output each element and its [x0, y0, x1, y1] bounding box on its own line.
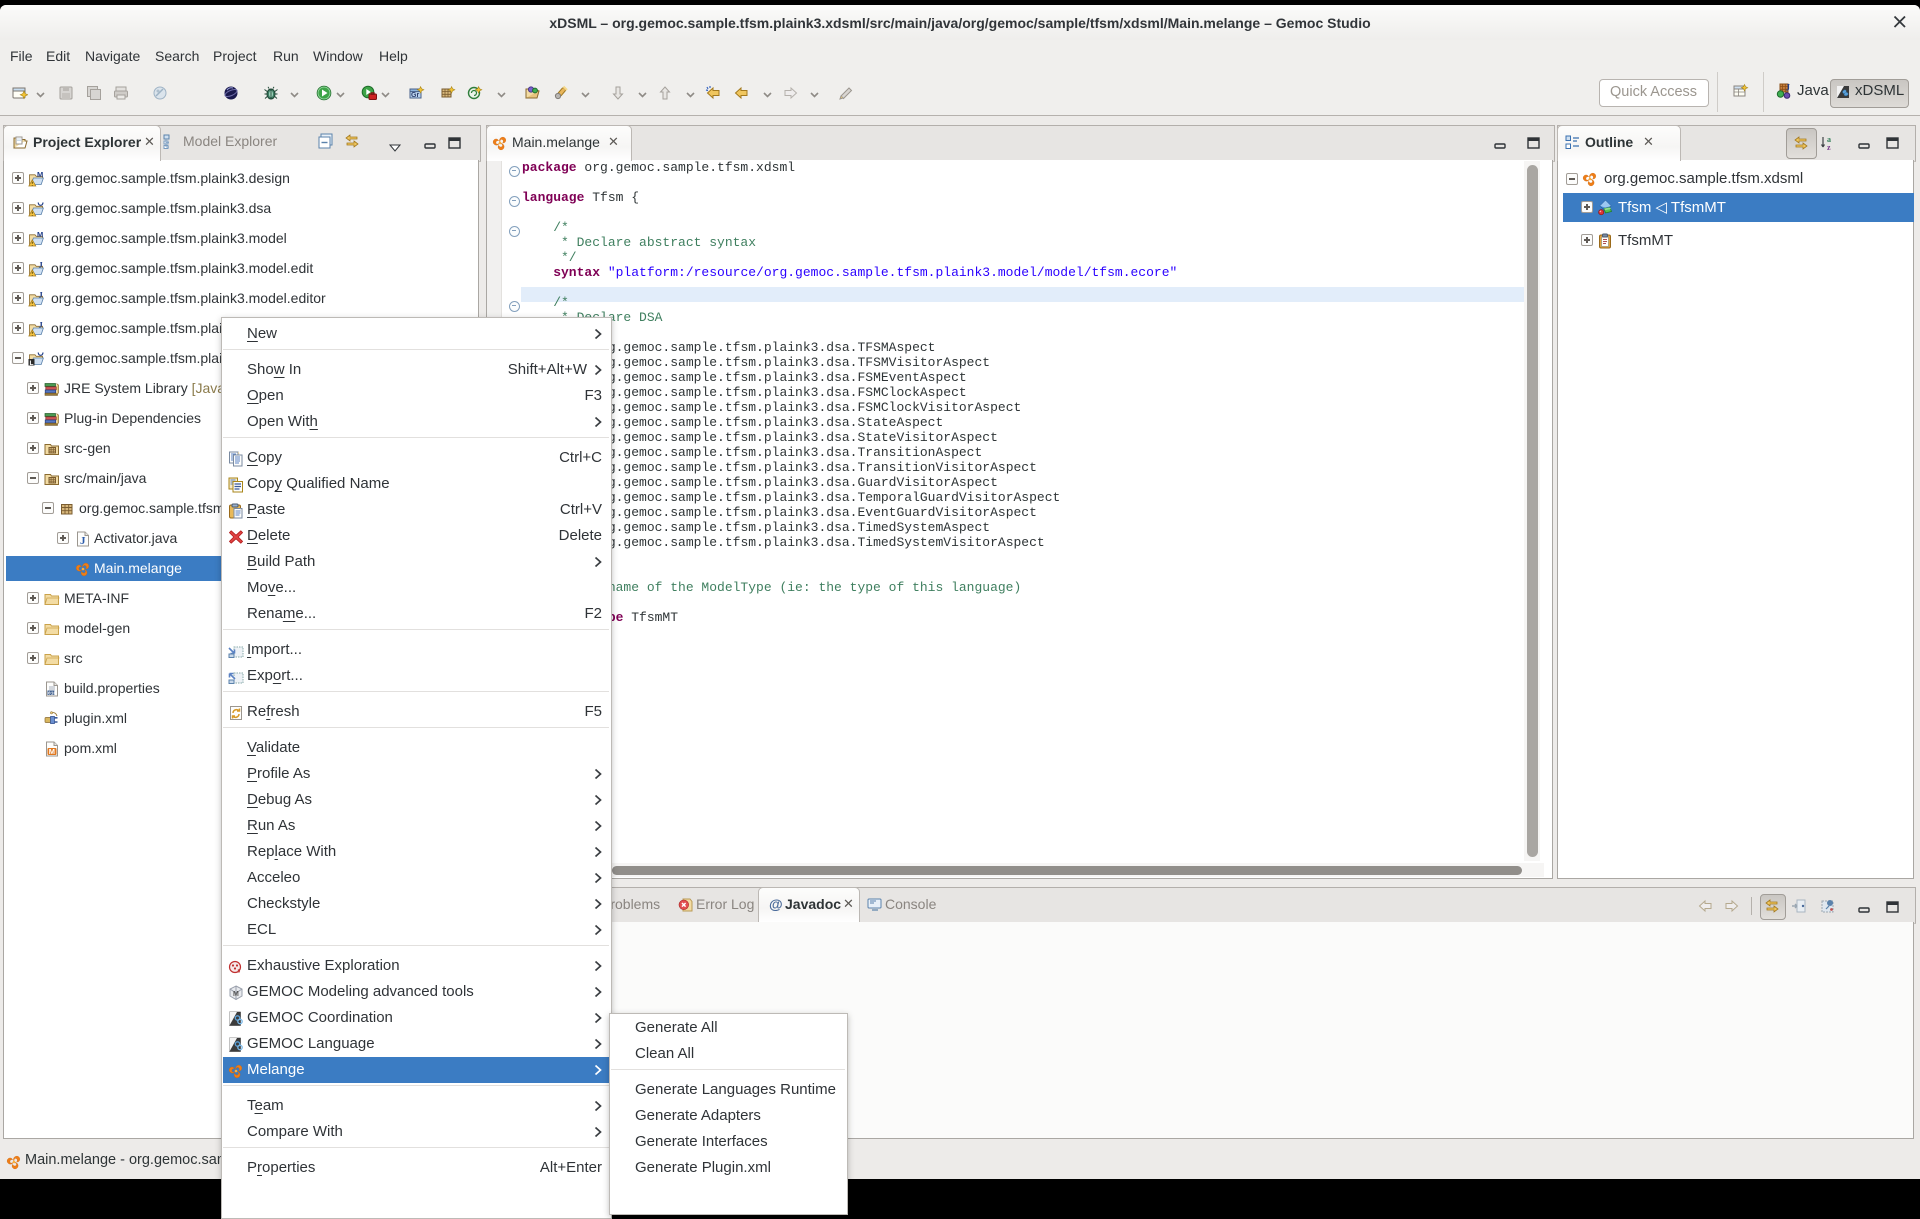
- svg-text:M: M: [37, 171, 43, 179]
- svg-text:Gr: Gr: [411, 92, 419, 99]
- svg-text:010: 010: [48, 690, 56, 696]
- svg-text:M: M: [37, 231, 43, 239]
- svg-text:z: z: [1827, 143, 1831, 151]
- svg-text:M: M: [49, 747, 55, 756]
- svg-text:L: L: [30, 360, 34, 367]
- svg-text:s: s: [238, 967, 241, 975]
- svg-text:M: M: [233, 991, 239, 998]
- svg-text:J: J: [1786, 83, 1791, 93]
- svg-text:J: J: [80, 535, 86, 547]
